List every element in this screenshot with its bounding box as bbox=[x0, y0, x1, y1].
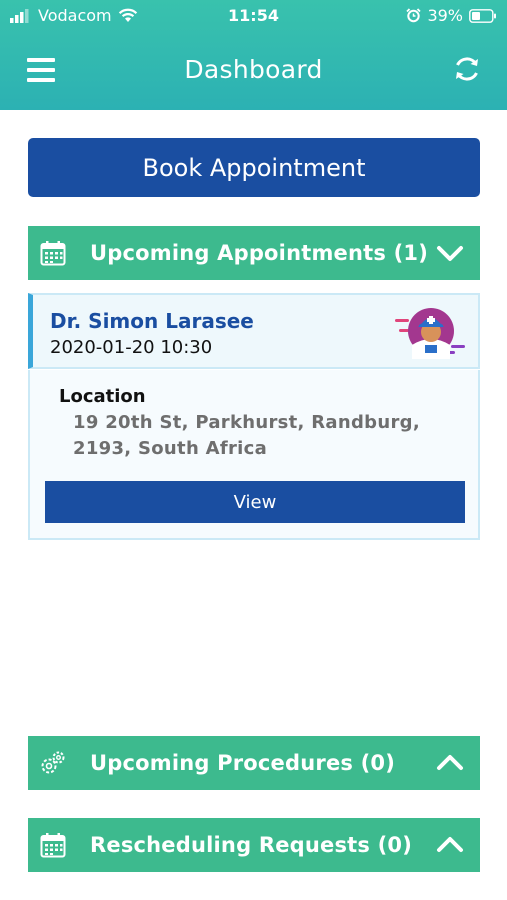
appointment-details: Location 19 20th St, Parkhurst, Randburg… bbox=[28, 370, 480, 540]
book-appointment-button[interactable]: Book Appointment bbox=[28, 138, 480, 197]
alarm-icon bbox=[406, 8, 422, 23]
upcoming-procedures-header[interactable]: Upcoming Procedures (0) bbox=[28, 736, 480, 790]
refresh-icon bbox=[456, 57, 478, 81]
battery-percent: 39% bbox=[427, 6, 463, 25]
chevron-down-icon bbox=[437, 246, 463, 261]
location-address: 19 20th St, Parkhurst, Randburg, 2193, S… bbox=[73, 412, 420, 459]
status-bar: Vodacom 11:54 39% bbox=[0, 0, 507, 32]
appointment-datetime: 2020-01-20 10:30 bbox=[50, 337, 213, 358]
page-title: Dashboard bbox=[184, 55, 323, 84]
app-header: Vodacom 11:54 39% Dashboard bbox=[0, 0, 507, 110]
chevron-up-icon bbox=[437, 755, 463, 770]
chevron-up-icon bbox=[437, 837, 463, 852]
gears-icon bbox=[41, 751, 65, 774]
doctor-name: Dr. Simon Larasee bbox=[50, 309, 254, 333]
upcoming-appointments-header[interactable]: Upcoming Appointments (1) bbox=[28, 226, 480, 280]
refresh-button[interactable] bbox=[451, 53, 483, 85]
status-right: 39% bbox=[406, 6, 497, 25]
view-appointment-button[interactable]: View bbox=[45, 481, 465, 523]
upcoming-appointments-title: Upcoming Appointments (1) bbox=[90, 241, 428, 265]
location-label: Location bbox=[59, 386, 146, 407]
calendar-icon bbox=[40, 833, 66, 858]
rescheduling-requests-header[interactable]: Rescheduling Requests (0) bbox=[28, 818, 480, 872]
appointment-card[interactable]: Dr. Simon Larasee 2020-01-20 10:30 bbox=[28, 293, 480, 369]
battery-icon bbox=[469, 8, 496, 23]
doctor-avatar-icon bbox=[395, 308, 465, 359]
rescheduling-requests-title: Rescheduling Requests (0) bbox=[90, 833, 413, 857]
calendar-icon bbox=[40, 241, 66, 266]
upcoming-procedures-title: Upcoming Procedures (0) bbox=[90, 751, 395, 775]
